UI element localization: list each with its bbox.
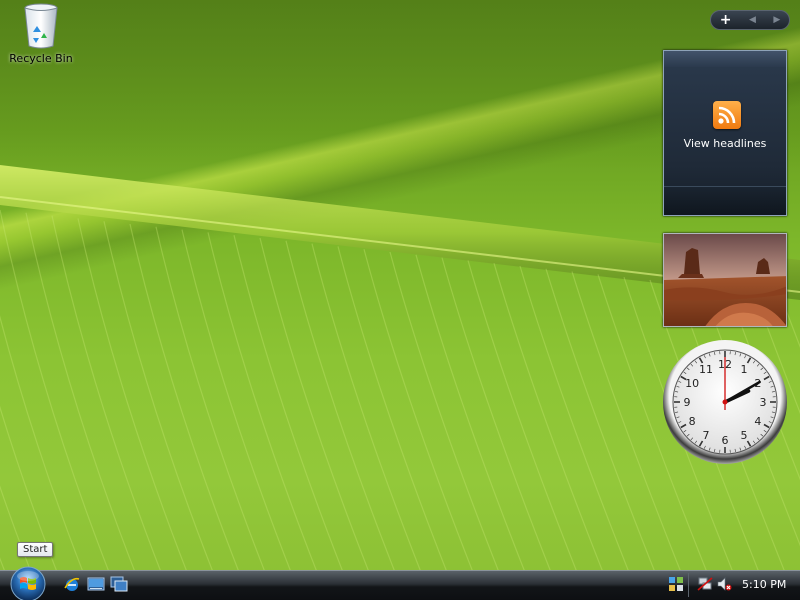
photo-icon <box>664 234 786 326</box>
start-tooltip: Start <box>17 542 54 557</box>
recycle-bin-shortcut[interactable]: Recycle Bin <box>6 2 76 65</box>
gadget-footer <box>664 186 786 215</box>
slideshow-gadget[interactable] <box>663 233 787 327</box>
clock-number: 3 <box>760 396 767 409</box>
gadget-header <box>664 51 786 67</box>
clock-number: 6 <box>722 434 729 447</box>
tray-separator <box>688 573 689 597</box>
windows-sidebar-icon[interactable] <box>668 576 684 592</box>
start-button[interactable] <box>8 566 48 600</box>
network-icon[interactable] <box>697 576 713 592</box>
switch-windows-icon[interactable] <box>110 575 128 593</box>
clock-number: 7 <box>703 429 710 442</box>
view-headlines-link[interactable]: View headlines <box>664 137 786 150</box>
clock-number: 11 <box>699 363 713 376</box>
desktop: Recycle Bin + ◀ ▶ View headlines 12 1 3 … <box>0 0 800 600</box>
previous-page-button[interactable]: ◀ <box>749 11 756 29</box>
clock-number: 4 <box>754 415 761 428</box>
taskbar-clock[interactable]: 5:10 PM <box>742 578 786 591</box>
sidebar-controls: + ◀ ▶ <box>710 10 790 30</box>
clock-number: 8 <box>689 415 696 428</box>
feed-headlines-gadget[interactable]: View headlines <box>663 50 787 216</box>
next-page-button[interactable]: ▶ <box>773 11 780 29</box>
show-desktop-icon[interactable] <box>87 575 105 593</box>
clock-number: 1 <box>741 363 748 376</box>
internet-explorer-icon[interactable] <box>63 575 81 593</box>
rss-icon <box>713 101 741 129</box>
add-gadget-button[interactable]: + <box>720 11 732 29</box>
clock-face: 121234567891011 <box>663 340 787 464</box>
recycle-bin-icon <box>24 3 58 49</box>
clock-number: 9 <box>684 396 691 409</box>
clock-number: 5 <box>741 429 748 442</box>
clock-gadget[interactable]: 121234567891011 <box>662 339 788 465</box>
volume-muted-icon[interactable] <box>716 576 732 592</box>
clock-number: 10 <box>685 377 699 390</box>
recycle-bin-label: Recycle Bin <box>9 52 73 65</box>
